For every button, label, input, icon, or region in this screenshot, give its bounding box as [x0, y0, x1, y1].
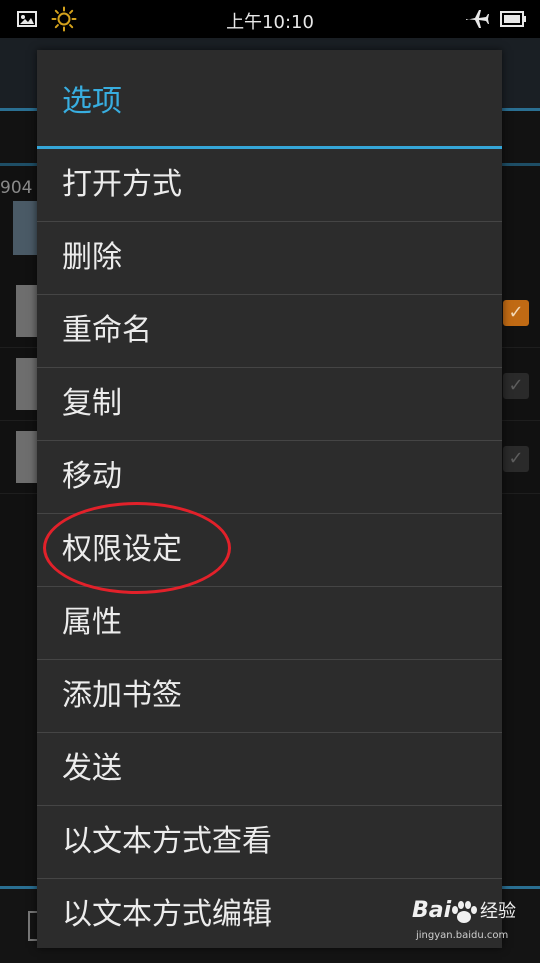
- dialog-header: 选项: [37, 50, 502, 149]
- annotation-ellipse: [43, 502, 231, 594]
- menu-item-label: 添加书签: [62, 678, 182, 713]
- file-thumbnail: [16, 285, 38, 337]
- menu-item-rename[interactable]: 重命名: [37, 295, 502, 368]
- watermark-url: jingyan.baidu.com: [416, 930, 509, 941]
- airplane-icon: [466, 10, 489, 28]
- menu-item-label: 以文本方式编辑: [62, 897, 272, 932]
- menu-item-move[interactable]: 移动: [37, 441, 502, 514]
- baidu-watermark: Bai 经验 jingyan.baidu.com: [412, 898, 532, 950]
- menu-item-delete[interactable]: 删除: [37, 222, 502, 295]
- status-time: 上午10:10: [226, 12, 314, 33]
- checkbox-icon: ✓: [503, 373, 529, 399]
- menu-item-label: 移动: [62, 459, 122, 494]
- watermark-brand: Bai: [412, 898, 452, 923]
- menu-item-copy[interactable]: 复制: [37, 368, 502, 441]
- watermark-suffix: 经验: [480, 901, 516, 922]
- menu-item-label: 发送: [62, 751, 122, 786]
- background-folder-icon: [13, 201, 39, 255]
- menu-item-label: 以文本方式查看: [62, 824, 272, 859]
- menu-item-add-bookmark[interactable]: 添加书签: [37, 660, 502, 733]
- menu-item-label: 复制: [62, 386, 122, 421]
- menu-item-properties[interactable]: 属性: [37, 587, 502, 660]
- menu-item-view-as-text[interactable]: 以文本方式查看: [37, 806, 502, 879]
- file-thumbnail: [16, 431, 38, 483]
- menu-item-label: 属性: [62, 605, 122, 640]
- options-dialog: 选项 打开方式 删除 重命名 复制 移动 权限设定 属性 添加书签 发送 以文本…: [37, 50, 502, 948]
- file-thumbnail: [16, 358, 38, 410]
- battery-icon: [500, 11, 526, 27]
- checkbox-icon: ✓: [503, 446, 529, 472]
- menu-item-label: 删除: [62, 240, 122, 275]
- menu-item-send[interactable]: 发送: [37, 733, 502, 806]
- menu-item-open-with[interactable]: 打开方式: [37, 149, 502, 222]
- paw-icon: [452, 901, 477, 923]
- menu-item-label: 打开方式: [62, 167, 182, 202]
- checkbox-icon: ✓: [503, 300, 529, 326]
- background-path: 904: [0, 178, 33, 198]
- menu-item-label: 重命名: [62, 313, 152, 348]
- status-bar: 上午10:10: [0, 0, 540, 38]
- dialog-title: 选项: [62, 84, 122, 119]
